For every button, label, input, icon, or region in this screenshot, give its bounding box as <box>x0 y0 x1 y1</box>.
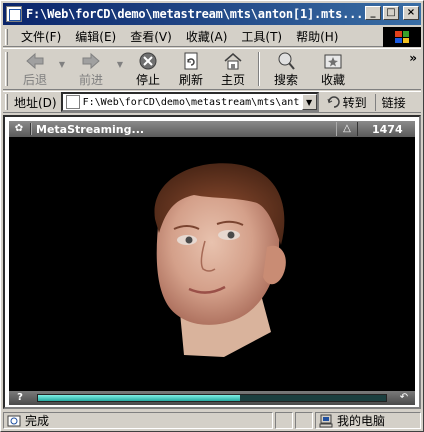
menu-edit[interactable]: 编辑(E) <box>68 28 123 45</box>
forward-button[interactable]: 前进 <box>68 49 114 89</box>
eject-button[interactable]: △ <box>336 122 358 136</box>
address-url[interactable]: F:\Web\forCD\demo\metastream\mts\ant <box>83 97 303 108</box>
go-arrow-icon <box>327 96 340 108</box>
address-grip[interactable] <box>5 94 8 110</box>
progress-fill <box>38 395 240 401</box>
back-arrow-icon <box>26 52 44 69</box>
toolbar-separator <box>258 52 260 86</box>
chevron-down-icon: ▼ <box>306 97 313 107</box>
security-zone[interactable]: 我的电脑 <box>315 412 421 429</box>
menu-grip[interactable] <box>5 28 8 45</box>
stop-button[interactable]: 停止 <box>126 49 170 89</box>
zone-label: 我的电脑 <box>337 414 386 428</box>
go-label: 转到 <box>342 95 367 110</box>
toolbar-grip[interactable] <box>5 52 8 86</box>
stop-label: 停止 <box>135 72 160 87</box>
header-separator <box>30 123 32 135</box>
player-controls: ? ↶ <box>9 391 415 405</box>
back-dropdown-icon[interactable]: ▼ <box>56 60 68 69</box>
home-label: 主页 <box>220 72 245 87</box>
go-button[interactable]: 转到 <box>327 94 367 111</box>
menu-bar: 文件(F) 编辑(E) 查看(V) 收藏(A) 工具(T) 帮助(H) <box>3 27 421 47</box>
maximize-icon: □ <box>386 7 396 18</box>
close-button[interactable]: × <box>403 6 419 20</box>
back-button[interactable]: 后退 <box>14 49 56 89</box>
refresh-label: 刷新 <box>178 72 203 87</box>
back-label: 后退 <box>22 72 47 87</box>
menu-view[interactable]: 查看(V) <box>123 28 179 45</box>
forward-label: 前进 <box>78 72 103 87</box>
address-bar: 地址(D) F:\Web\forCD\demo\metastream\mts\a… <box>3 91 421 113</box>
search-button[interactable]: 搜索 <box>264 49 308 89</box>
standard-toolbar: 后退 ▼ 前进 ▼ 停止 刷新 主页 搜索 收藏 » <box>3 48 421 90</box>
metastream-logo-icon[interactable]: ✿ <box>12 122 26 136</box>
frame-counter: 1474 <box>372 122 403 136</box>
minimize-button[interactable]: _ <box>365 6 381 20</box>
home-icon <box>224 52 242 69</box>
loop-icon[interactable]: ↶ <box>397 392 411 404</box>
menu-file[interactable]: 文件(F) <box>14 28 68 45</box>
minimize-icon: _ <box>370 7 376 18</box>
menu-help[interactable]: 帮助(H) <box>289 28 345 45</box>
maximize-button[interactable]: □ <box>383 6 399 20</box>
address-dropdown-button[interactable]: ▼ <box>301 94 317 110</box>
page-content: ✿ MetaStreaming... △ 1474 ? ↶ <box>3 115 421 409</box>
search-icon <box>278 52 295 70</box>
status-bar: 完成 我的电脑 <box>3 411 421 430</box>
favorites-icon <box>324 54 342 68</box>
refresh-button[interactable]: 刷新 <box>170 49 212 89</box>
refresh-icon <box>184 52 198 69</box>
links-button[interactable]: 链接 <box>374 93 406 111</box>
forward-dropdown-icon[interactable]: ▼ <box>114 60 126 69</box>
metastream-player: ✿ MetaStreaming... △ 1474 ? ↶ <box>9 121 415 405</box>
address-label: 地址(D) <box>14 95 57 110</box>
status-cell <box>275 412 293 429</box>
home-button[interactable]: 主页 <box>212 49 254 89</box>
menu-favorites[interactable]: 收藏(A) <box>179 28 235 45</box>
search-label: 搜索 <box>273 72 298 87</box>
close-icon: × <box>406 7 416 18</box>
windows-logo <box>383 27 421 47</box>
forward-arrow-icon <box>82 52 100 69</box>
page-icon <box>65 95 80 109</box>
browser-window: F:\Web\forCD\demo\metastream\mts\anton[1… <box>0 0 424 432</box>
player-header: ✿ MetaStreaming... △ 1474 <box>9 121 415 137</box>
toolbar-more-icon[interactable]: » <box>409 51 417 65</box>
help-button[interactable]: ? <box>13 392 27 404</box>
title-bar[interactable]: F:\Web\forCD\demo\metastream\mts\anton[1… <box>3 3 421 25</box>
favorites-label: 收藏 <box>320 72 345 87</box>
ie-page-icon[interactable] <box>6 6 22 22</box>
progress-bar[interactable] <box>37 394 387 402</box>
player-title: MetaStreaming... <box>36 122 145 136</box>
status-message: 完成 <box>3 412 273 429</box>
3d-head-model[interactable] <box>9 137 415 387</box>
stop-icon <box>139 52 157 69</box>
menu-tools[interactable]: 工具(T) <box>234 28 289 45</box>
ie-done-icon <box>7 415 21 426</box>
triangle-up-icon: △ <box>343 123 351 134</box>
window-title: F:\Web\forCD\demo\metastream\mts\anton[1… <box>26 7 364 21</box>
computer-icon <box>319 414 333 427</box>
favorites-button[interactable]: 收藏 <box>308 49 358 89</box>
video-viewport[interactable] <box>9 137 415 387</box>
status-text: 完成 <box>25 414 50 428</box>
status-cell <box>295 412 313 429</box>
windows-flag-icon <box>395 31 409 43</box>
address-input[interactable]: F:\Web\forCD\demo\metastream\mts\ant ▼ <box>60 92 319 112</box>
